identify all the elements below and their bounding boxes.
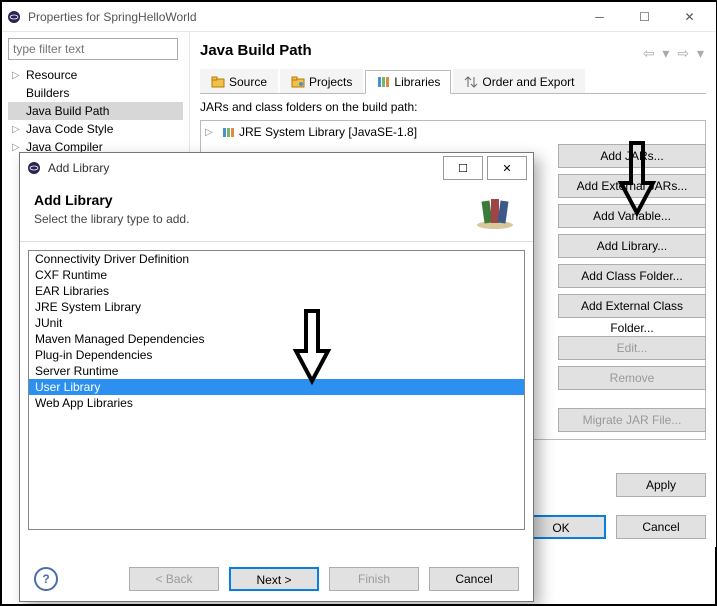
- jar-label: JRE System Library [JavaSE-1.8]: [239, 125, 417, 139]
- dialog-heading: Add Library: [34, 192, 471, 208]
- dialog-close-button[interactable]: ✕: [487, 156, 527, 180]
- jars-description: JARs and class folders on the build path…: [200, 100, 706, 114]
- order-export-icon: [464, 75, 478, 89]
- tab-projects[interactable]: Projects: [280, 69, 363, 93]
- chevron-right-icon: ▷: [12, 70, 26, 81]
- books-banner-icon: [471, 187, 519, 231]
- back-button: < Back: [129, 567, 219, 591]
- add-library-button[interactable]: Add Library...: [558, 234, 706, 258]
- libraries-icon: [376, 75, 390, 89]
- dialog-footer: ? < Back Next > Finish Cancel: [20, 567, 533, 591]
- tree-label: Java Build Path: [26, 104, 109, 118]
- list-item[interactable]: CXF Runtime: [29, 267, 524, 283]
- tab-libraries[interactable]: Libraries: [365, 70, 451, 94]
- tree-item-builders[interactable]: Builders: [8, 84, 183, 102]
- dialog-maximize-button[interactable]: ☐: [443, 156, 483, 180]
- properties-title: Properties for SpringHelloWorld: [28, 10, 577, 24]
- nav-tree: ▷Resource Builders Java Build Path ▷Java…: [8, 66, 183, 156]
- dialog-title: Add Library: [48, 161, 439, 175]
- tab-label: Source: [229, 75, 267, 89]
- list-item[interactable]: Web App Libraries: [29, 395, 524, 411]
- source-folder-icon: [211, 75, 225, 89]
- apply-button[interactable]: Apply: [616, 473, 706, 497]
- dialog-subheading: Select the library type to add.: [34, 212, 471, 226]
- add-library-dialog: Add Library ☐ ✕ Add Library Select the l…: [19, 152, 534, 602]
- minimize-button[interactable]: ─: [577, 3, 622, 31]
- tab-order-export[interactable]: Order and Export: [453, 69, 585, 93]
- remove-button: Remove: [558, 366, 706, 390]
- add-external-class-folder-button[interactable]: Add External Class Folder...: [558, 294, 706, 318]
- list-item[interactable]: EAR Libraries: [29, 283, 524, 299]
- list-item[interactable]: Connectivity Driver Definition: [29, 251, 524, 267]
- tab-bar: Source Projects Libraries Order and Expo…: [200, 69, 706, 94]
- jar-item-jre[interactable]: ▷ JRE System Library [JavaSE-1.8]: [205, 125, 701, 139]
- list-item[interactable]: Server Runtime: [29, 363, 524, 379]
- tree-item-resource[interactable]: ▷Resource: [8, 66, 183, 84]
- filter-input[interactable]: [8, 38, 178, 60]
- button-column: Add JARs... Add External JARs... Add Var…: [558, 144, 706, 432]
- add-jars-button[interactable]: Add JARs...: [558, 144, 706, 168]
- projects-icon: [291, 75, 305, 89]
- help-icon[interactable]: ?: [34, 567, 58, 591]
- cancel-button[interactable]: Cancel: [616, 515, 706, 539]
- close-button[interactable]: ✕: [667, 3, 712, 31]
- list-item[interactable]: Plug-in Dependencies: [29, 347, 524, 363]
- maximize-button[interactable]: ☐: [622, 3, 667, 31]
- next-button[interactable]: Next >: [229, 567, 319, 591]
- tree-item-java-code-style[interactable]: ▷Java Code Style: [8, 120, 183, 138]
- tab-label: Order and Export: [482, 75, 574, 89]
- list-item-user-library[interactable]: User Library: [29, 379, 524, 395]
- chevron-right-icon: ▷: [205, 127, 217, 138]
- finish-button: Finish: [329, 567, 419, 591]
- tree-label: Java Code Style: [26, 122, 113, 136]
- list-item[interactable]: JRE System Library: [29, 299, 524, 315]
- add-class-folder-button[interactable]: Add Class Folder...: [558, 264, 706, 288]
- tab-label: Libraries: [394, 75, 440, 89]
- page-heading: Java Build Path: [200, 42, 643, 59]
- add-variable-button[interactable]: Add Variable...: [558, 204, 706, 228]
- chevron-right-icon: ▷: [12, 124, 26, 135]
- list-item[interactable]: JUnit: [29, 315, 524, 331]
- library-type-list[interactable]: Connectivity Driver Definition CXF Runti…: [28, 250, 525, 530]
- chevron-right-icon: ▷: [12, 142, 26, 153]
- tab-label: Projects: [309, 75, 352, 89]
- dialog-cancel-button[interactable]: Cancel: [429, 567, 519, 591]
- dialog-header: Add Library Select the library type to a…: [20, 183, 533, 242]
- eclipse-icon: [26, 160, 42, 176]
- eclipse-icon: [6, 9, 22, 25]
- add-external-jars-button[interactable]: Add External JARs...: [558, 174, 706, 198]
- tree-label: Builders: [26, 86, 69, 100]
- edit-button: Edit...: [558, 336, 706, 360]
- properties-titlebar[interactable]: Properties for SpringHelloWorld ─ ☐ ✕: [2, 2, 716, 32]
- list-item[interactable]: Maven Managed Dependencies: [29, 331, 524, 347]
- library-icon: [221, 125, 235, 139]
- nav-arrows[interactable]: ⇦ ▾ ⇨ ▾: [643, 45, 706, 62]
- migrate-jar-button: Migrate JAR File...: [558, 408, 706, 432]
- dialog-titlebar[interactable]: Add Library ☐ ✕: [20, 153, 533, 183]
- tree-label: Resource: [26, 68, 77, 82]
- tab-source[interactable]: Source: [200, 69, 278, 93]
- tree-item-java-build-path[interactable]: Java Build Path: [8, 102, 183, 120]
